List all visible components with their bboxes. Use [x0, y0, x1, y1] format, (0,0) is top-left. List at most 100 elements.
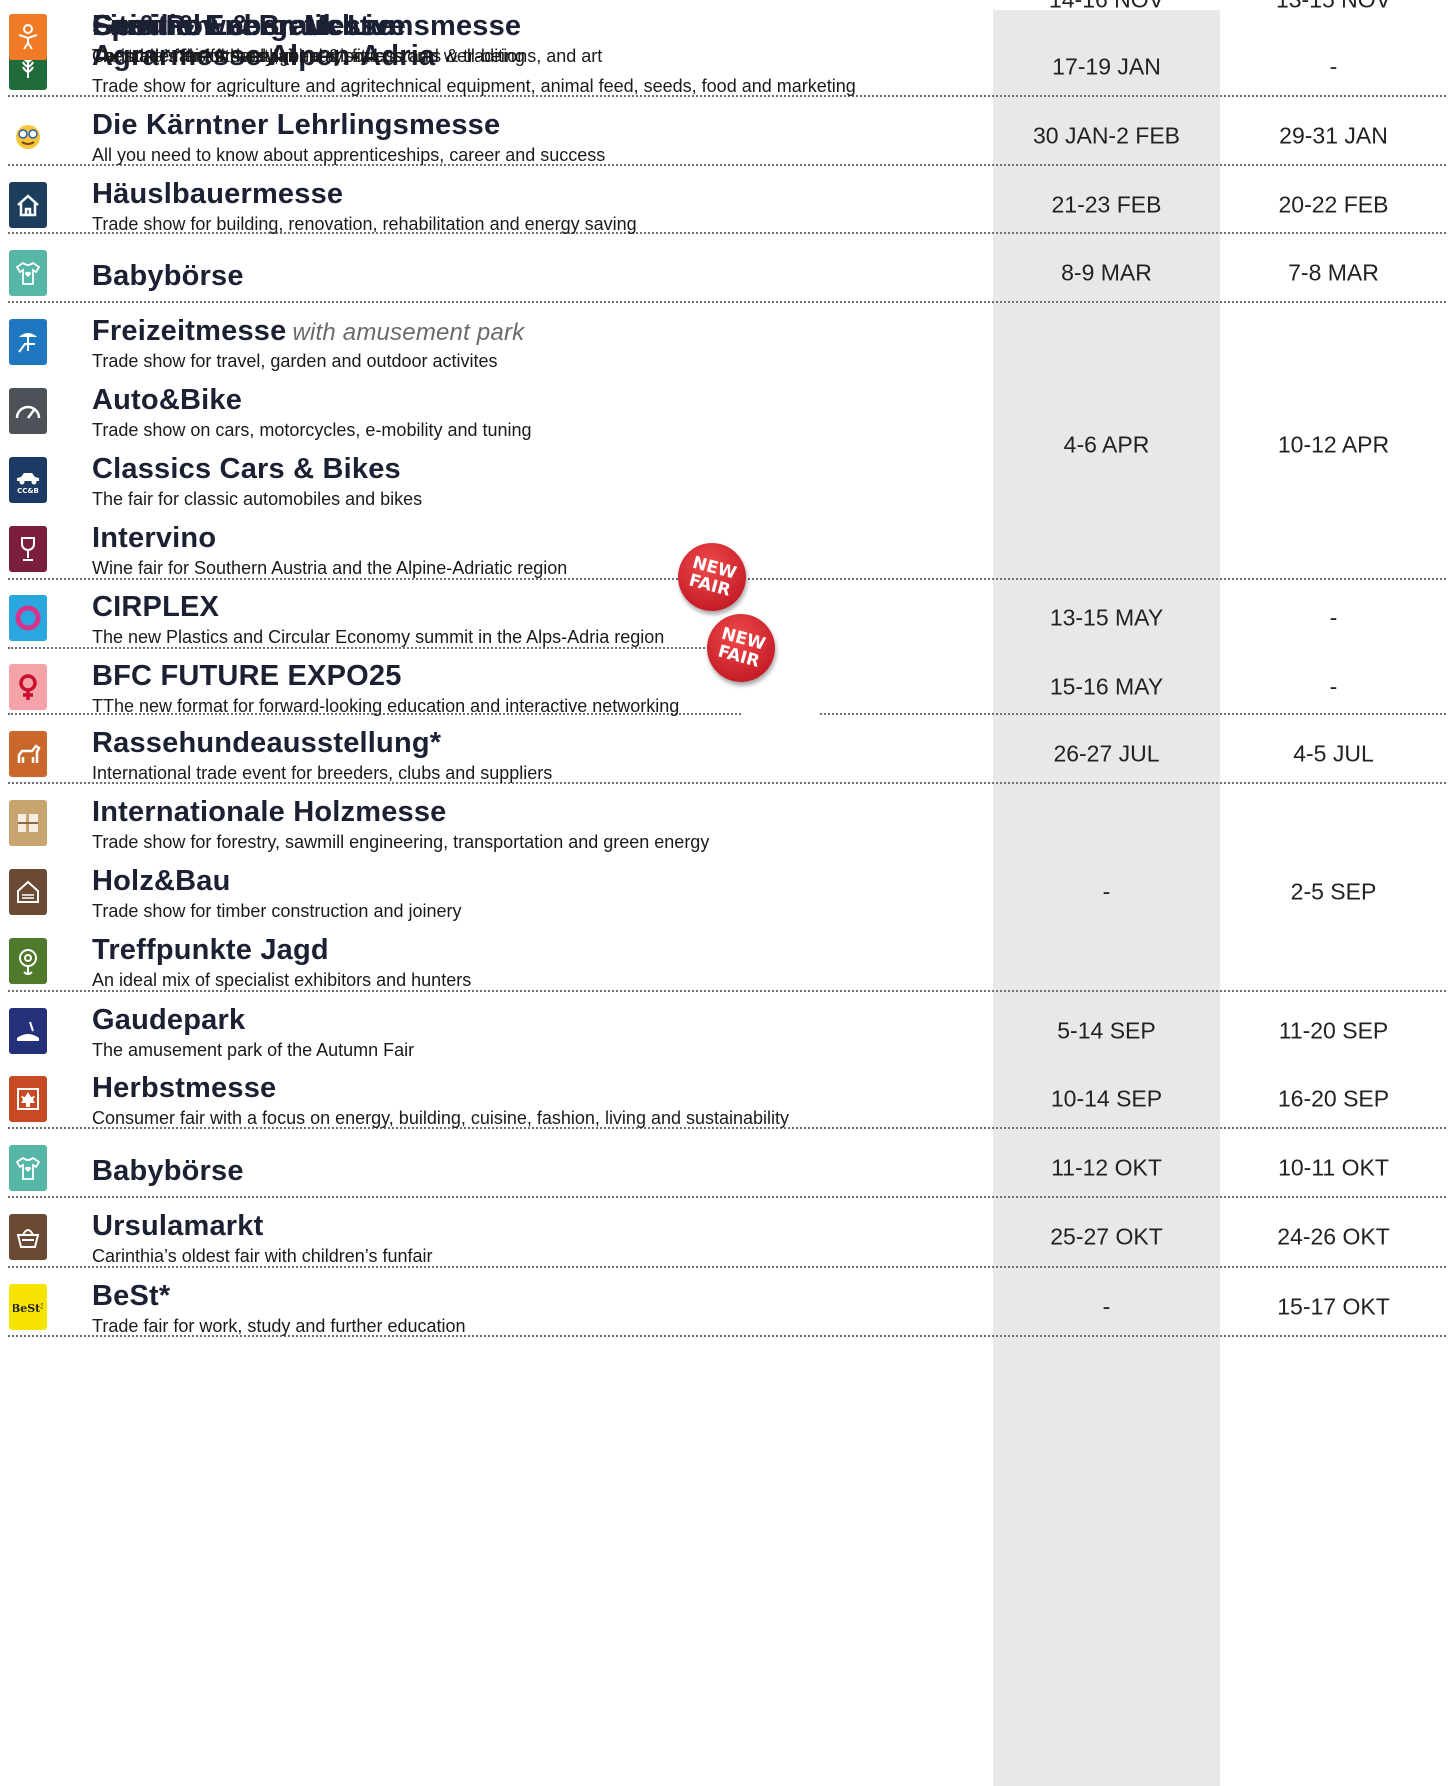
- date-2026: 20-22 FEB: [1278, 191, 1389, 217]
- date-2025: 26-27 JUL: [1053, 740, 1160, 766]
- fair-description: TThe new format for forward-looking educ…: [92, 696, 680, 716]
- fair-name: BeSt*: [92, 1280, 170, 1313]
- fair-row: Babybörse: [0, 236, 980, 308]
- fair-name: Gaudepark: [92, 1004, 245, 1037]
- fair-name-text: Die Kärntner Lehrlingsmesse: [92, 109, 501, 141]
- fair-name: Treffpunkte Jagd: [92, 934, 329, 967]
- house-icon: [9, 182, 47, 228]
- fair-name-text: Herbstmesse: [92, 1072, 277, 1104]
- date-2025: 13-15 MAY: [1049, 604, 1164, 630]
- autumn-leaf-icon: [9, 1076, 47, 1122]
- fair-row: BeSt³ BeSt* Trade fair for work, study and…: [0, 1270, 980, 1342]
- date-2025: 4-6 APR: [1063, 431, 1150, 458]
- baby-onesie-icon: [9, 250, 47, 296]
- fair-row: Holz&Bau Trade show for timber constructi…: [0, 855, 980, 927]
- date-2026: 10-12 APR: [1277, 431, 1390, 458]
- beach-chair-icon: [9, 319, 47, 365]
- fair-description: Trade show for timber construction and j…: [92, 901, 462, 921]
- fair-row: Treffpunkte Jagd An ideal mix of speciali…: [0, 924, 980, 996]
- date-2025: 10-14 SEP: [1050, 1085, 1163, 1111]
- timber-house-icon: [9, 869, 47, 915]
- svg-text:BeSt³: BeSt³: [13, 1302, 43, 1315]
- fair-description: Trade show on cars, motorcycles, e-mobil…: [92, 420, 532, 440]
- date-2026: 10-11 OKT: [1278, 1154, 1389, 1180]
- fair-name-text: Babybörse: [92, 1155, 244, 1187]
- fair-description: The fair for classic automobiles and bik…: [92, 489, 423, 509]
- date-2026: 13-15 NOV: [1220, 0, 1447, 14]
- fair-name: CIRPLEX: [92, 591, 219, 624]
- crosshair-icon: [9, 938, 47, 984]
- date-2025: 15-16 MAY: [1049, 673, 1164, 699]
- fair-name: Babybörse: [92, 260, 244, 293]
- date-2025: 21-23 FEB: [1051, 191, 1162, 217]
- fair-name-text: Rassehundeausstellung*: [92, 727, 442, 759]
- date-2025: 11-12 OKT: [1051, 1154, 1162, 1180]
- date-2026: 16-20 SEP: [1277, 1085, 1390, 1111]
- fair-row: Fit & Power Carinthia’s first fitness fai…: [0, 0, 980, 72]
- best-logo-icon: BeSt³: [9, 1284, 47, 1330]
- wood-blocks-icon: [9, 800, 47, 846]
- fair-row: Internationale Holzmesse Trade show for f…: [0, 786, 980, 858]
- date-2026: 2-5 SEP: [1290, 878, 1377, 904]
- fair-name-text: Babybörse: [92, 260, 244, 292]
- fair-row: Freizeitmesse with amusement park Trade sh…: [0, 305, 980, 377]
- circle-ring-icon: [9, 595, 47, 641]
- date-2025: 8-9 MAR: [1061, 259, 1152, 285]
- fair-name: Rassehundeausstellung*: [92, 727, 441, 760]
- date-2026: -: [1329, 673, 1338, 699]
- fair-name-text: Gaudepark: [92, 1004, 246, 1036]
- date-2026: 7-8 MAR: [1288, 259, 1379, 285]
- date-2025: -: [1102, 1293, 1111, 1319]
- fair-description: All you need to know about apprenticeshi…: [92, 145, 606, 165]
- fair-description: Trade show for agriculture and agritechn…: [92, 76, 856, 96]
- fair-subtitle: with amusement park: [292, 319, 525, 346]
- date-2026: 4-5 JUL: [1293, 740, 1374, 766]
- bumper-car-icon: [9, 1008, 47, 1054]
- date-2026: 29-31 JAN: [1279, 122, 1388, 148]
- fair-row: CIRPLEX The new Plastics and Circular Eco…: [0, 581, 980, 653]
- date-2026: 15-17 OKT: [1277, 1293, 1390, 1319]
- date-2025: 17-19 JAN: [1052, 53, 1161, 79]
- fair-name: Herbstmesse: [92, 1072, 276, 1105]
- dog-icon: [9, 731, 47, 777]
- fair-row: Häuslbauermesse Trade show for building, …: [0, 168, 980, 240]
- fair-name: Classics Cars & Bikes: [92, 453, 401, 486]
- fair-description: Trade fair for work, study and further e…: [92, 1316, 466, 1336]
- fair-name-text: Internationale Holzmesse: [92, 796, 447, 828]
- fair-row: Auto&Bike Trade show on cars, motorcycles…: [0, 374, 980, 446]
- date-2026: 11-20 SEP: [1278, 1017, 1389, 1043]
- fair-description: International trade event for breeders, …: [92, 763, 553, 783]
- fair-name-text: Classics Cars & Bikes: [92, 453, 401, 485]
- speedometer-icon: [9, 388, 47, 434]
- fair-name-text: Ursulamarkt: [92, 1210, 264, 1242]
- date-2025: 25-27 OKT: [1050, 1223, 1163, 1249]
- fitness-figure-icon: [9, 14, 47, 60]
- fair-description: Carinthia’s oldest fair with children’s …: [92, 1246, 433, 1266]
- fair-row: Rassehundeausstellung* International trad…: [0, 717, 980, 789]
- date-2025: -: [1102, 878, 1111, 904]
- fair-row: BFC FUTURE EXPO25 TThe new format for for…: [0, 650, 980, 722]
- classic-car-icon: CC&B: [9, 457, 47, 503]
- baby-onesie-icon: [9, 1145, 47, 1191]
- fair-name: Holz&Bau: [92, 865, 231, 898]
- female-symbol-icon: [9, 664, 47, 710]
- fair-name-text: BFC FUTURE EXPO25: [92, 660, 402, 692]
- fair-row: Gaudepark The amusement park of the Autum…: [0, 994, 980, 1066]
- fair-name: BFC FUTURE EXPO25: [92, 660, 402, 693]
- fair-description: Trade show for forestry, sawmill enginee…: [92, 832, 710, 852]
- fair-description: An ideal mix of specialist exhibitors an…: [92, 970, 472, 990]
- fair-name: Fit & Power: [92, 10, 254, 43]
- fair-name: Intervino: [92, 522, 216, 555]
- date-2025: 5-14 SEP: [1057, 1017, 1156, 1043]
- fair-description: Consumer fair with a focus on energy, bu…: [92, 1108, 790, 1128]
- fair-name-text: Fit & Power: [92, 10, 254, 42]
- date-2026: -: [1329, 604, 1338, 630]
- fair-name: Babybörse: [92, 1155, 244, 1188]
- fair-name: Auto&Bike: [92, 384, 242, 417]
- date-2025: 14-16 NOV: [993, 0, 1220, 14]
- fair-description: Wine fair for Southern Austria and the A…: [92, 558, 568, 578]
- fair-name: Freizeitmesse with amusement park: [92, 315, 524, 348]
- fair-description: Trade show for building, renovation, reh…: [92, 214, 637, 234]
- fair-row: Die Kärntner Lehrlingsmesse All you need …: [0, 99, 980, 171]
- fair-row: Ursulamarkt Carinthia’s oldest fair with …: [0, 1200, 980, 1272]
